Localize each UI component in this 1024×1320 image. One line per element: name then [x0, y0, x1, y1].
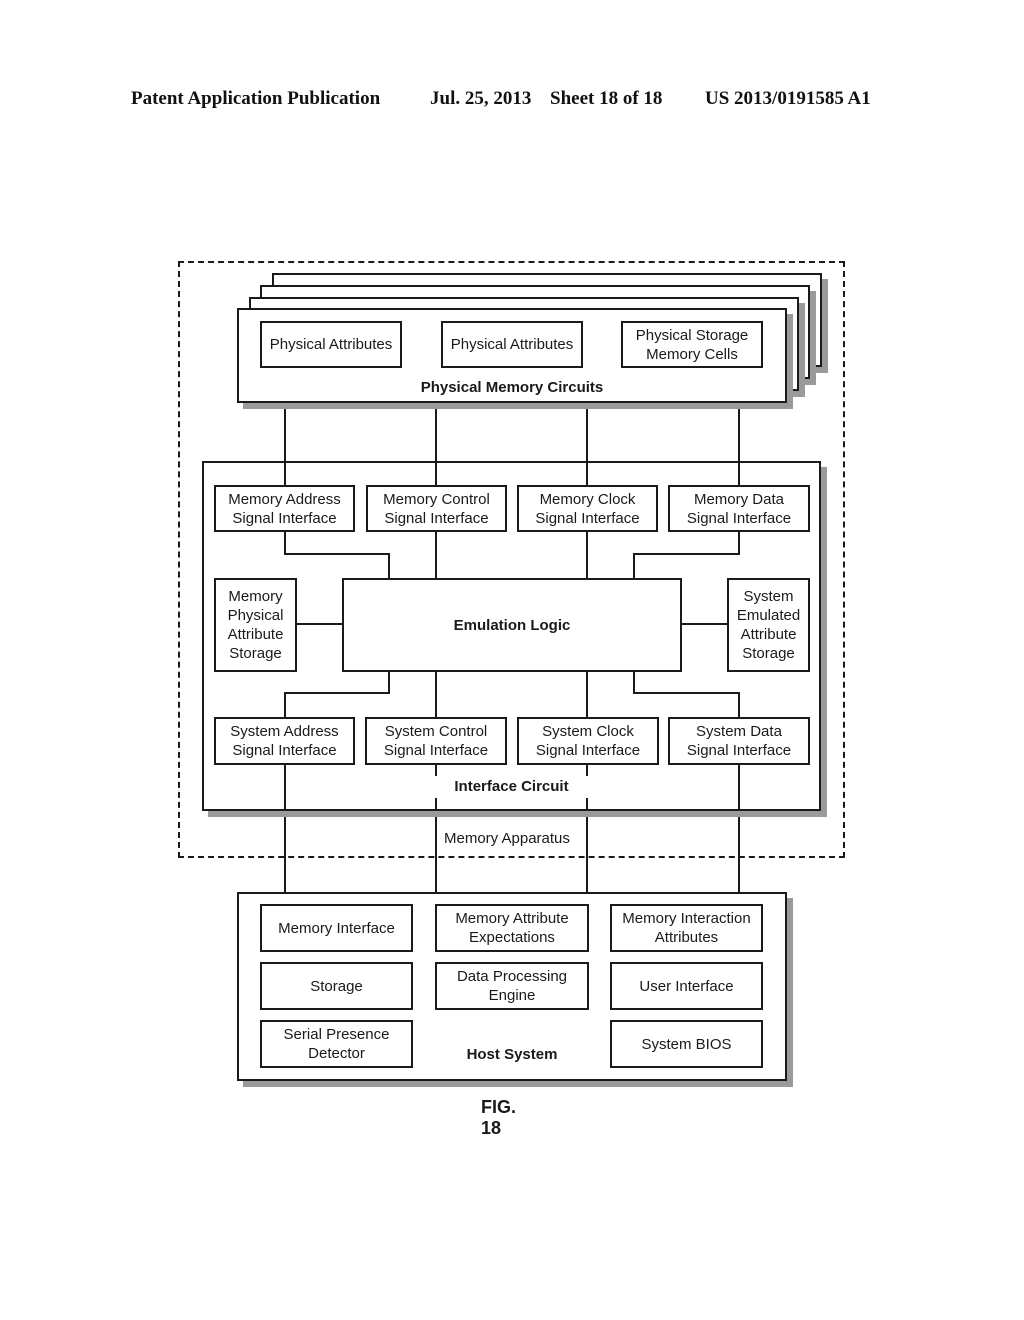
memory-interaction-attributes-box: Memory Interaction Attributes [610, 904, 763, 952]
system-emulated-attribute-storage: System Emulated Attribute Storage [727, 578, 810, 672]
connector-line [284, 531, 390, 578]
data-processing-engine-box: Data Processing Engine [435, 962, 589, 1010]
connector-line [633, 531, 740, 578]
memory-apparatus-label: Memory Apparatus [442, 830, 572, 847]
emulation-logic: Emulation Logic [342, 578, 682, 672]
memory-attribute-expectations-box: Memory Attribute Expectations [435, 904, 589, 952]
memory-address-signal-interface: Memory Address Signal Interface [214, 485, 355, 532]
memory-data-signal-interface: Memory Data Signal Interface [668, 485, 810, 532]
memory-physical-attribute-storage: Memory Physical Attribute Storage [214, 578, 297, 672]
emulation-logic-label: Emulation Logic [453, 616, 571, 634]
system-data-signal-interface: System Data Signal Interface [668, 717, 810, 765]
memory-control-signal-interface: Memory Control Signal Interface [366, 485, 507, 532]
system-address-signal-interface: System Address Signal Interface [214, 717, 355, 765]
host-system-title: Host System [466, 1046, 558, 1063]
connector-line [284, 671, 390, 718]
interface-circuit-title: Interface Circuit [454, 778, 569, 795]
user-interface-box: User Interface [610, 962, 763, 1010]
figure-label: FIG. 18 [481, 1097, 516, 1138]
memory-clock-signal-interface: Memory Clock Signal Interface [517, 485, 658, 532]
system-control-signal-interface: System Control Signal Interface [365, 717, 507, 765]
storage-box: Storage [260, 962, 413, 1010]
system-clock-signal-interface: System Clock Signal Interface [517, 717, 659, 765]
memory-interface-box: Memory Interface [260, 904, 413, 952]
connector-line [633, 671, 740, 718]
